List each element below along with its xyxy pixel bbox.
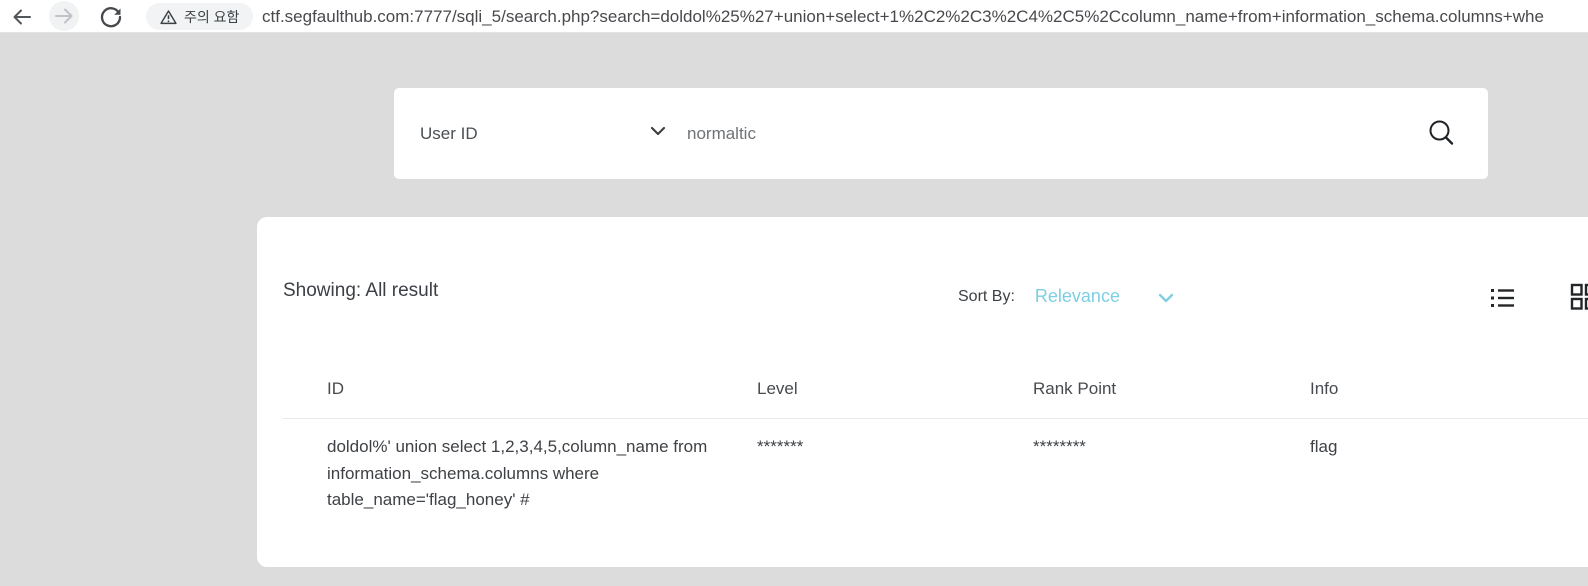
list-view-button[interactable]: [1491, 287, 1515, 309]
grid-view-icon: [1570, 283, 1588, 311]
forward-button[interactable]: [49, 1, 79, 31]
column-header-rank-point: Rank Point: [1033, 379, 1310, 399]
warning-icon: [160, 9, 177, 25]
forward-icon: [52, 4, 76, 28]
back-button[interactable]: [10, 5, 34, 29]
results-card: Showing: All result Sort By: Relevance: [257, 217, 1588, 567]
refresh-button[interactable]: [99, 5, 123, 29]
security-chip-label: 주의 요함: [184, 7, 239, 27]
page-content: User ID normaltic Showing: All result So…: [0, 34, 1588, 586]
column-header-id: ID: [327, 379, 757, 399]
back-icon: [10, 5, 34, 29]
sort-by-label: Sort By:: [958, 288, 1015, 306]
search-card: User ID normaltic: [394, 88, 1488, 179]
chevron-down-icon[interactable]: [1158, 293, 1174, 303]
cell-id: doldol%' union select 1,2,3,4,5,column_n…: [327, 434, 731, 514]
chevron-down-icon[interactable]: [650, 126, 666, 136]
cell-rank-point: ********: [1033, 434, 1310, 514]
search-button[interactable]: [1426, 118, 1456, 148]
column-header-level: Level: [757, 379, 1033, 399]
search-field-select[interactable]: User ID: [420, 88, 670, 179]
table-row: doldol%' union select 1,2,3,4,5,column_n…: [327, 434, 1588, 514]
table-header-row: ID Level Rank Point Info: [327, 379, 1588, 399]
grid-view-button[interactable]: [1570, 283, 1588, 311]
browser-toolbar: 주의 요함 ctf.segfaulthub.com:7777/sqli_5/se…: [0, 0, 1588, 33]
address-bar-url[interactable]: ctf.segfaulthub.com:7777/sqli_5/search.p…: [262, 0, 1588, 33]
search-icon: [1426, 118, 1456, 148]
column-header-info: Info: [1310, 379, 1588, 399]
showing-text: Showing: All result: [283, 280, 438, 302]
list-view-icon: [1491, 287, 1515, 309]
table-header-divider: [283, 418, 1588, 419]
sort-select[interactable]: Relevance: [1035, 286, 1120, 307]
refresh-icon: [99, 5, 123, 29]
cell-info: flag: [1310, 434, 1588, 514]
cell-level: *******: [757, 434, 1033, 514]
search-input[interactable]: normaltic: [687, 88, 756, 179]
sort-control: Sort By: Relevance: [958, 286, 1174, 307]
search-field-select-value: User ID: [420, 124, 478, 144]
site-security-chip[interactable]: 주의 요함: [146, 3, 253, 30]
